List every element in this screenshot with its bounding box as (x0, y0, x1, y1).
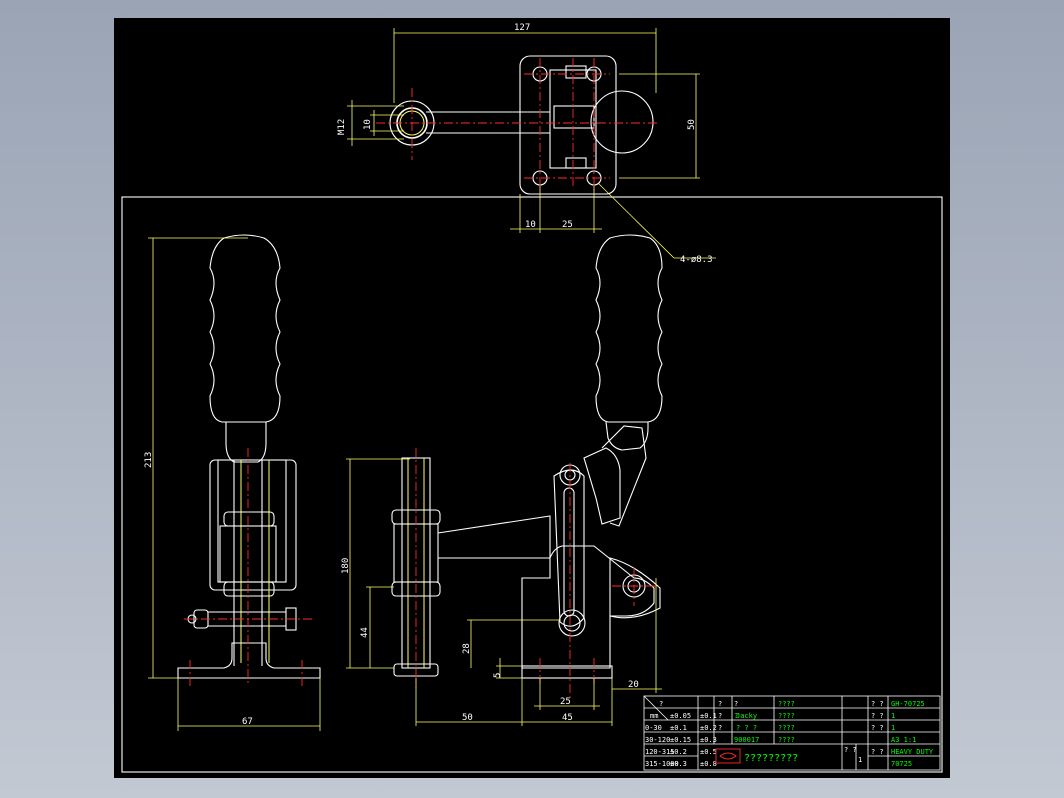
svg-text:±0.8: ±0.8 (700, 760, 717, 768)
drawing-number: 70725 (891, 760, 912, 768)
svg-text:????: ???? (778, 736, 795, 744)
part-number: GH-70725 (891, 700, 925, 708)
paper-scale: A3 1:1 (891, 736, 916, 744)
svg-text:±0.1: ±0.1 (670, 724, 687, 732)
dim-44: 44 (360, 627, 370, 638)
svg-text:????: ???? (778, 724, 795, 732)
dim-10-vertical: 10 (363, 119, 373, 130)
svg-text:±0.3: ±0.3 (670, 760, 687, 768)
dim-20: 20 (628, 680, 639, 690)
dim-m12: M12 (337, 119, 347, 135)
dim-50-vertical: 50 (687, 119, 697, 130)
dim-180: 180 (341, 558, 351, 574)
svg-text:? ?: ? ? (871, 700, 884, 708)
dim-67: 67 (242, 717, 253, 727)
svg-text:±0.05: ±0.05 (670, 712, 691, 720)
svg-text:?: ? (659, 700, 663, 708)
svg-text:30-120: 30-120 (645, 736, 670, 744)
top-view: 127 50 M12 10 10 25 4-ø8.3 (337, 23, 716, 265)
dim-127: 127 (514, 23, 530, 33)
tol-header-mm: mm (650, 712, 658, 720)
drawing-date: 900017 (734, 736, 759, 744)
svg-text:±0.5: ±0.5 (700, 748, 717, 756)
dim-28: 28 (462, 643, 472, 654)
side-handle-grip (209, 234, 281, 423)
dim-5: 5 (493, 673, 503, 678)
svg-text:±0.2: ±0.2 (670, 748, 687, 756)
svg-text:????: ???? (778, 700, 795, 708)
svg-text:±0.15: ±0.15 (670, 736, 691, 744)
top-handle-knob (590, 90, 654, 154)
sheet-number: 1 (858, 756, 862, 764)
svg-text:?: ? (718, 700, 722, 708)
side-view: 213 67 (144, 234, 321, 731)
svg-text:? ?: ? ? (871, 748, 884, 756)
designer-name: Jacky (736, 712, 757, 720)
svg-text:?: ? (718, 724, 722, 732)
part-description: HEAVY DUTY (891, 748, 934, 756)
svg-text:????: ???? (778, 712, 795, 720)
svg-text:±0.2: ±0.2 (700, 724, 717, 732)
svg-text:1: 1 (891, 712, 895, 720)
svg-text:? ?: ? ? (871, 724, 884, 732)
dim-213: 213 (144, 452, 154, 468)
dim-50-horizontal: 50 (462, 713, 473, 723)
dim-45: 45 (562, 713, 573, 723)
svg-text:? ?: ? ? (871, 712, 884, 720)
dim-25-horizontal: 25 (562, 220, 573, 230)
svg-text:? ? ?: ? ? ? (736, 724, 757, 732)
dim-25-bottom: 25 (560, 697, 571, 707)
cad-drawing-canvas[interactable]: .w { stroke:#ffffff; fill:none; stroke-w… (114, 18, 950, 778)
svg-text:0-30: 0-30 (645, 724, 662, 732)
front-handle-grip (595, 234, 663, 423)
svg-text:? ?: ? ? (844, 746, 857, 754)
company-name: ????????? (744, 753, 798, 764)
title-block: ? mm ±0.05 0-30 ±0.1 30-120 ±0.15 120-31… (643, 695, 941, 771)
svg-text:±0.1: ±0.1 (700, 712, 717, 720)
svg-text:±0.3: ±0.3 (700, 736, 717, 744)
svg-text:1: 1 (891, 724, 895, 732)
drawing-border (121, 196, 943, 773)
svg-text:?: ? (718, 712, 722, 720)
cad-drawing-svg: .w { stroke:#ffffff; fill:none; stroke-w… (121, 23, 943, 773)
dim-hole-callout: 4-ø8.3 (680, 255, 713, 265)
dim-10-horizontal: 10 (525, 220, 536, 230)
front-view: 180 44 28 5 25 50 45 20 (341, 234, 663, 726)
svg-text:?: ? (734, 700, 738, 708)
